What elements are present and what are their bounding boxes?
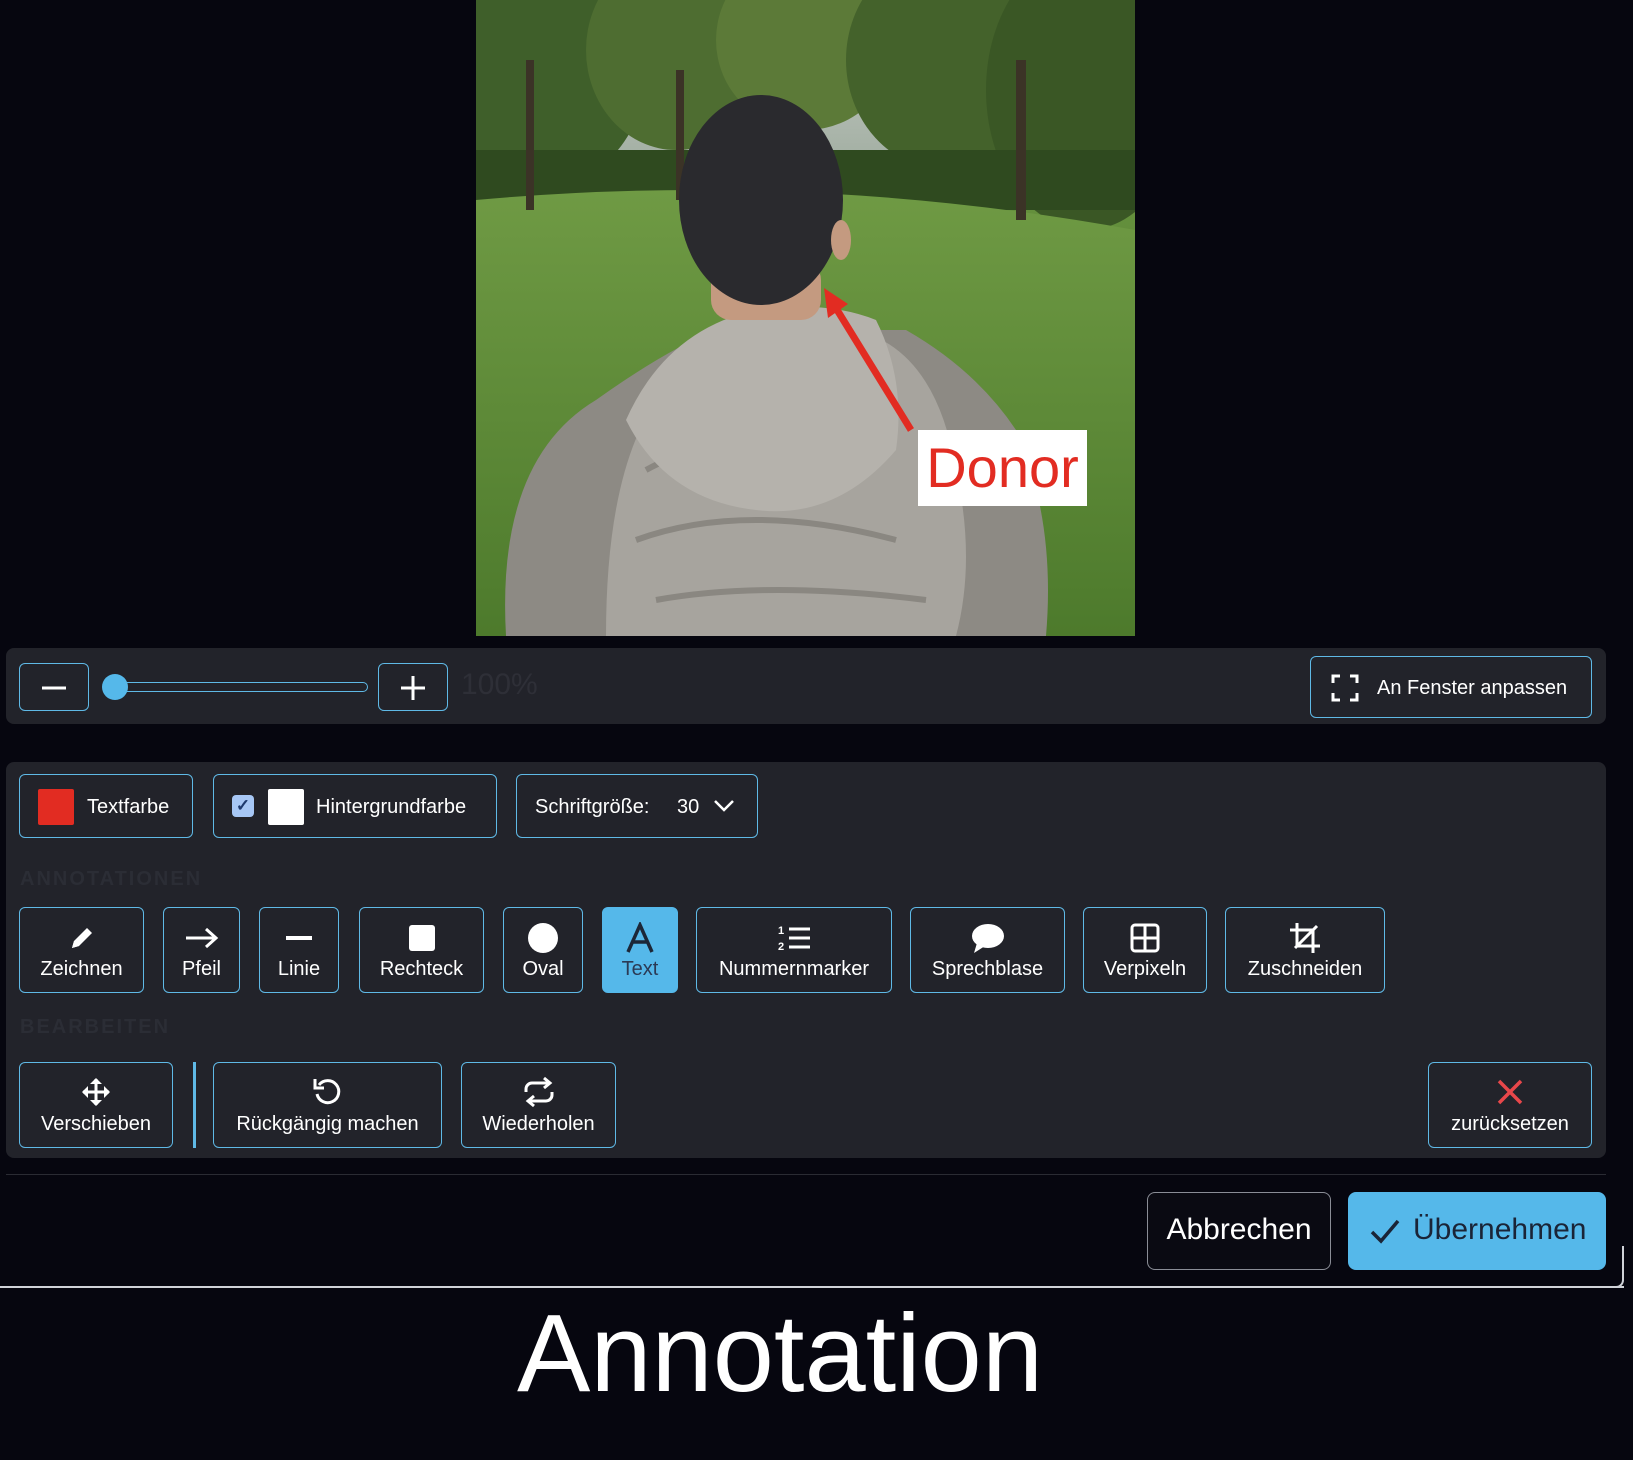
edit-section-label: BEARBEITEN <box>20 1016 171 1038</box>
tool-crop[interactable]: Zuschneiden <box>1225 907 1385 993</box>
background-color-label: Hintergrundfarbe <box>316 796 467 818</box>
annotated-photo[interactable]: Donor <box>476 0 1135 636</box>
tool-text-label: Text <box>621 958 659 980</box>
apply-button[interactable]: Übernehmen <box>1348 1192 1606 1270</box>
photo-scene <box>476 0 1135 636</box>
font-size-select[interactable]: Schriftgröße: 30 <box>516 774 758 838</box>
zoom-toolbar: 100% An Fenster anpassen <box>6 648 1606 724</box>
text-color-button[interactable]: Textfarbe <box>19 774 193 838</box>
tool-speech-bubble-label: Sprechblase <box>931 958 1044 980</box>
svg-text:1: 1 <box>778 925 784 937</box>
minus-icon <box>42 686 66 690</box>
background-color-swatch <box>268 789 304 825</box>
fullscreen-icon <box>1331 674 1359 702</box>
footer-divider <box>6 1174 1606 1175</box>
tool-crop-label: Zuschneiden <box>1247 958 1363 980</box>
text-icon <box>626 922 654 953</box>
tool-number-marker[interactable]: 1 2 Nummernmarker <box>696 907 892 993</box>
move-button[interactable]: Verschieben <box>19 1062 173 1148</box>
grid-icon <box>1130 923 1160 953</box>
fit-to-window-label: An Fenster anpassen <box>1377 677 1568 699</box>
redo-icon <box>524 1076 553 1108</box>
cancel-button[interactable]: Abbrechen <box>1147 1192 1331 1270</box>
rectangle-icon <box>408 925 435 951</box>
tool-arrow[interactable]: Pfeil <box>163 907 240 993</box>
background-color-button[interactable]: ✓ Hintergrundfarbe <box>213 774 497 838</box>
pencil-icon <box>71 928 92 948</box>
caption-title: Annotation <box>517 1292 1043 1415</box>
zoom-percentage: 100% <box>461 668 538 701</box>
numbered-list-icon: 1 2 <box>778 925 810 953</box>
edit-divider <box>193 1062 196 1148</box>
dialog-corner-border <box>1608 1246 1624 1288</box>
text-color-label: Textfarbe <box>87 796 170 818</box>
undo-label: Rückgängig machen <box>236 1113 419 1135</box>
undo-button[interactable]: Rückgängig machen <box>213 1062 442 1148</box>
tool-pixelate-label: Verpixeln <box>1103 958 1187 980</box>
tool-draw-label: Zeichnen <box>40 958 123 980</box>
tool-draw[interactable]: Zeichnen <box>19 907 144 993</box>
move-arrows-icon <box>82 1078 110 1106</box>
donor-annotation-label[interactable]: Donor <box>918 430 1087 506</box>
background-color-checkbox[interactable]: ✓ <box>232 795 254 817</box>
apply-label: Übernehmen <box>1413 1213 1587 1246</box>
tool-oval-label: Oval <box>522 958 564 980</box>
tool-arrow-label: Pfeil <box>182 958 221 980</box>
annotations-section-label: ANNOTATIONEN <box>20 868 203 890</box>
font-size-value: 30 <box>677 796 700 818</box>
close-icon <box>1497 1079 1523 1105</box>
reset-label: zurücksetzen <box>1451 1113 1569 1135</box>
redo-label: Wiederholen <box>482 1113 595 1135</box>
arrow-right-icon <box>185 927 218 949</box>
circle-icon <box>528 923 558 953</box>
zoom-slider-thumb[interactable] <box>102 674 128 700</box>
svg-text:2: 2 <box>778 941 784 953</box>
dialog-bottom-border <box>0 1286 1624 1288</box>
annotation-panel: Textfarbe ✓ Hintergrundfarbe Schriftgröß… <box>6 762 1606 1158</box>
zoom-out-button[interactable] <box>19 663 89 711</box>
font-size-label: Schriftgröße: <box>535 796 650 818</box>
chevron-down-icon <box>714 800 734 812</box>
tool-rectangle[interactable]: Rechteck <box>359 907 484 993</box>
tool-text[interactable]: Text <box>602 907 678 993</box>
zoom-slider-track[interactable] <box>116 682 368 692</box>
tool-line[interactable]: Linie <box>259 907 339 993</box>
fit-to-window-button[interactable]: An Fenster anpassen <box>1310 656 1592 718</box>
tool-speech-bubble[interactable]: Sprechblase <box>910 907 1065 993</box>
tool-oval[interactable]: Oval <box>503 907 583 993</box>
crop-icon <box>1290 923 1320 953</box>
tool-pixelate[interactable]: Verpixeln <box>1083 907 1207 993</box>
tool-number-marker-label: Nummernmarker <box>718 958 870 980</box>
redo-button[interactable]: Wiederholen <box>461 1062 616 1148</box>
text-color-swatch <box>38 789 74 825</box>
checkmark-icon <box>1370 1219 1400 1244</box>
zoom-in-button[interactable] <box>378 663 448 711</box>
tool-line-label: Linie <box>277 958 321 980</box>
speech-bubble-icon <box>971 924 1004 953</box>
move-label: Verschieben <box>40 1113 152 1135</box>
line-icon <box>286 936 312 940</box>
plus-icon <box>401 676 425 700</box>
reset-button[interactable]: zurücksetzen <box>1428 1062 1592 1148</box>
undo-icon <box>313 1079 340 1105</box>
tool-rectangle-label: Rechteck <box>379 958 464 980</box>
